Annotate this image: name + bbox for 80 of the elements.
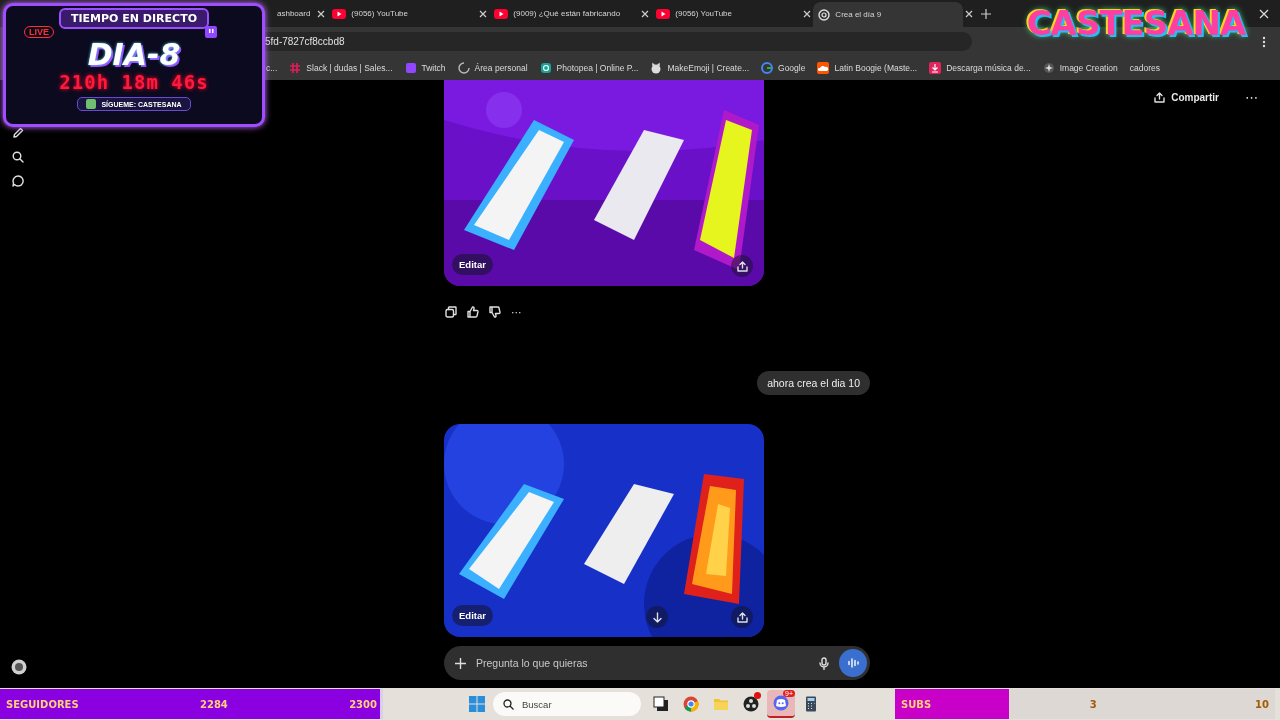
goal-target: 2300	[349, 698, 377, 710]
message-input[interactable]: Pregunta lo que quieras	[476, 657, 809, 669]
share-button[interactable]: Compartir	[1150, 90, 1223, 105]
goal-count: 2284	[199, 698, 228, 710]
search-icon	[503, 698, 514, 710]
bookmark-link[interactable]: Twitch	[404, 62, 446, 74]
folder-icon	[713, 696, 729, 712]
share-icon	[736, 611, 748, 623]
more-button[interactable]: ···	[511, 306, 522, 318]
bookmark-link[interactable]: Google	[761, 62, 806, 74]
share-button[interactable]	[731, 255, 753, 277]
download-icon	[929, 62, 942, 74]
search-icon[interactable]	[12, 151, 24, 163]
bookmark-link[interactable]: c...	[266, 63, 278, 73]
close-icon[interactable]	[641, 9, 650, 18]
browser-tab[interactable]: (9056) YouTube	[651, 0, 802, 27]
microphone-icon[interactable]	[819, 656, 829, 670]
chrome-icon	[683, 696, 699, 712]
google-icon	[761, 62, 773, 74]
discord-icon	[773, 695, 789, 711]
download-button[interactable]	[646, 606, 668, 628]
download-icon	[651, 611, 663, 623]
chat-icon[interactable]	[12, 175, 24, 187]
browser-tab[interactable]: (9009) ¿Qué están fabricando	[489, 0, 640, 27]
bookmark-link[interactable]: Photopea | Online P...	[539, 62, 639, 74]
goal-label: SUBS	[901, 698, 932, 710]
play-icon	[332, 8, 347, 19]
voice-mode-button[interactable]	[839, 649, 867, 677]
share-icon	[736, 260, 748, 272]
goal-label: SEGUIDORES	[6, 698, 79, 710]
play-icon	[656, 8, 671, 19]
browser-tab[interactable]: ashboard	[272, 0, 316, 27]
browser-tab[interactable]: Crea el día 9	[813, 2, 964, 27]
waveform-icon	[847, 658, 859, 668]
task-view-icon	[653, 696, 669, 712]
user-message: ahora crea el dia 10	[757, 371, 870, 395]
search-field[interactable]: Buscar	[493, 692, 641, 716]
edit-button[interactable]: Editar	[452, 605, 493, 626]
bookmark-link[interactable]: Área personal	[457, 62, 528, 74]
close-icon[interactable]	[803, 9, 812, 18]
close-icon[interactable]	[1259, 8, 1269, 19]
stream-timer: 210h 18m 46s	[59, 71, 209, 93]
browser-tab[interactable]: (9056) YouTube	[327, 0, 478, 27]
close-icon[interactable]	[965, 9, 974, 18]
copy-icon[interactable]	[445, 306, 457, 318]
bookmark-link[interactable]: Image Creation	[1042, 62, 1118, 74]
thumbs-up-icon[interactable]	[467, 306, 479, 318]
cat-icon	[650, 62, 663, 74]
channel-logo: CASTESANA	[1025, 3, 1247, 43]
more-button[interactable]: ⋯	[1243, 90, 1260, 105]
bookmark-link[interactable]: Slack | dudas | Sales...	[289, 62, 393, 74]
bookmark-link[interactable]: Latin Boogie (Maste...	[817, 62, 918, 74]
close-icon[interactable]	[479, 9, 488, 18]
kebab-menu-icon[interactable]	[1262, 35, 1266, 48]
bookmark-link[interactable]: Descarga música de...	[929, 62, 1031, 74]
edit-button[interactable]: Editar	[452, 254, 493, 275]
search-input[interactable]: Buscar	[522, 698, 622, 710]
photopea-icon	[539, 62, 552, 74]
bookmark-link[interactable]: cadores	[1129, 63, 1161, 73]
plus-icon[interactable]	[455, 657, 466, 669]
spinner-icon	[457, 62, 470, 74]
edit-icon[interactable]	[12, 127, 24, 139]
day-counter: DIA-8	[87, 39, 181, 71]
share-button[interactable]	[731, 606, 753, 628]
overlay-title: TIEMPO EN DIRECTO	[59, 8, 209, 29]
sparkle-icon	[1042, 62, 1055, 74]
bookmark-link[interactable]: MakeEmoji | Create...	[650, 62, 749, 74]
plus-icon[interactable]	[981, 8, 992, 19]
hash-icon	[289, 62, 302, 74]
close-icon[interactable]	[317, 9, 326, 18]
windows-start-icon[interactable]	[469, 696, 485, 712]
calculator-icon	[803, 696, 819, 712]
thumbs-down-icon[interactable]	[489, 306, 501, 318]
cloud-icon	[817, 62, 830, 74]
share-icon	[1154, 92, 1166, 103]
play-icon	[494, 8, 509, 19]
avatar-icon[interactable]	[10, 659, 27, 675]
goal-count: 3	[1089, 698, 1097, 710]
message-field[interactable]: Pregunta lo que quieras	[444, 646, 870, 680]
goal-target: 10	[1255, 698, 1269, 710]
